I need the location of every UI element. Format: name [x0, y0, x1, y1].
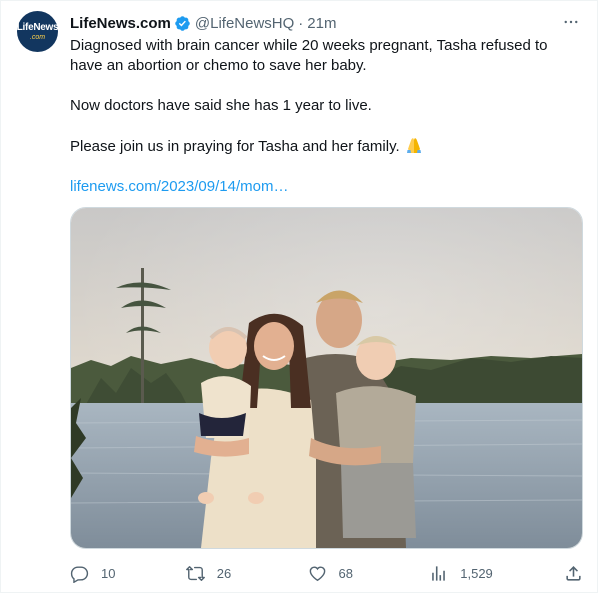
retweet-icon [185, 565, 205, 581]
avatar-logo-text: LifeNews [16, 21, 59, 33]
folded-hands-emoji [404, 136, 424, 154]
tweet-paragraph: Now doctors have said she has 1 year to … [70, 97, 372, 114]
article-link[interactable]: lifenews.com/2023/09/14/mom… [70, 178, 288, 195]
retweet-button[interactable]: 26 [185, 564, 252, 583]
action-bar: 10 26 68 1,529 [70, 561, 583, 585]
tweet-paragraph: Diagnosed with brain cancer while 20 wee… [70, 37, 548, 74]
views-count: 1,529 [460, 565, 493, 581]
reply-button[interactable]: 10 [70, 564, 130, 583]
avatar[interactable]: LifeNews .com [16, 11, 59, 52]
like-count: 68 [338, 565, 353, 581]
views-icon [432, 565, 446, 581]
tweet-photo[interactable] [70, 207, 583, 549]
tweet-text: Diagnosed with brain cancer while 20 wee… [70, 36, 582, 197]
display-name[interactable]: LifeNews.com [70, 15, 171, 32]
like-button[interactable]: 68 [308, 564, 374, 583]
tweet-paragraph: Please join us in praying for Tasha and … [70, 136, 582, 157]
retweet-count: 26 [216, 565, 232, 581]
tweet-card[interactable]: LifeNews .com LifeNews.com @LifeNewsHQ ·… [0, 0, 598, 593]
tweet-paragraph-text: Please join us in praying for Tasha and … [70, 138, 400, 155]
like-icon [309, 565, 325, 581]
family-photo-image [71, 208, 582, 548]
share-button[interactable] [563, 564, 583, 583]
reply-icon [70, 565, 89, 583]
separator-dot: · [298, 14, 304, 32]
views-button[interactable]: 1,529 [429, 564, 507, 583]
avatar-logo-suffix: .com [29, 33, 46, 41]
verified-badge-icon[interactable] [174, 15, 191, 32]
handle[interactable]: @LifeNewsHQ [195, 15, 294, 32]
reply-count: 10 [101, 565, 116, 581]
more-dots-icon[interactable] [559, 11, 583, 33]
timestamp[interactable]: 21m [307, 15, 336, 32]
share-icon [566, 565, 581, 581]
tweet-header: LifeNews.com @LifeNewsHQ · 21m [70, 13, 581, 33]
